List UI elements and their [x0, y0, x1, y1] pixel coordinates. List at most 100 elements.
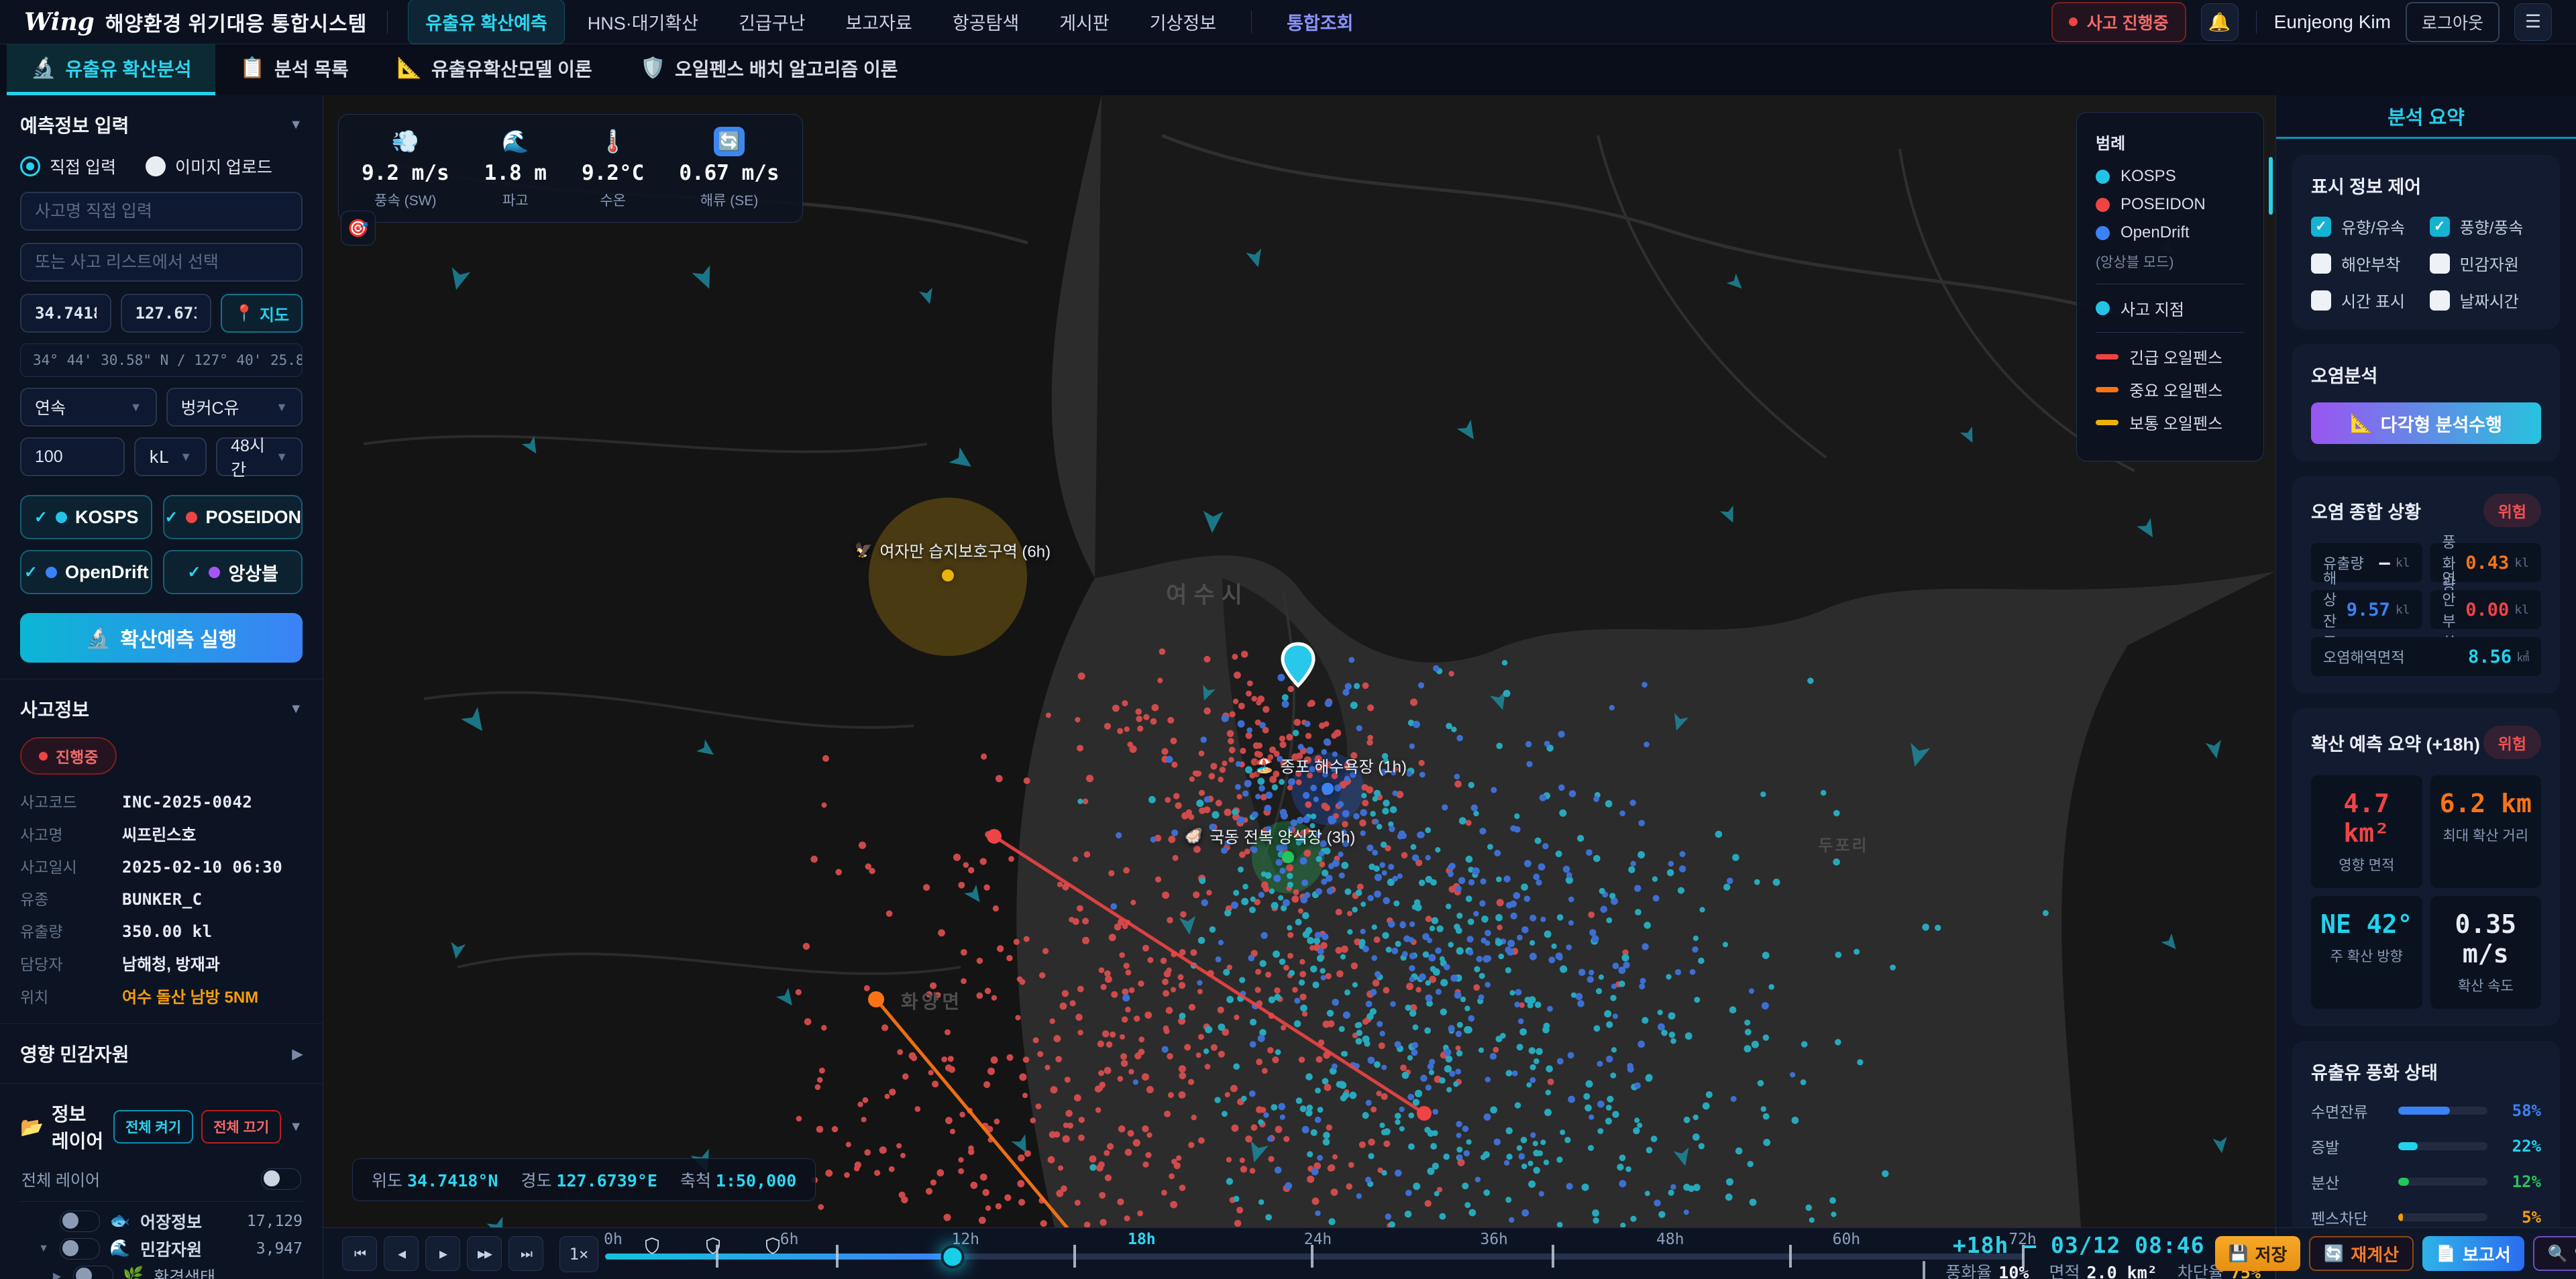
radio-image-upload[interactable]: 이미지 업로드 — [146, 154, 272, 178]
nav-item-4[interactable]: 보고자료 — [828, 0, 929, 44]
latitude-input[interactable] — [20, 294, 111, 333]
left-sidebar: 예측정보 입력 ▼ 직접 입력 이미지 업로드 📍 — [0, 95, 323, 1279]
nav-item-3[interactable]: 긴급구난 — [721, 0, 822, 44]
section-title: 예측정보 입력 — [20, 111, 129, 138]
menu-button[interactable]: ☰ — [2514, 3, 2552, 41]
timeline-range-marker — [1789, 1245, 1792, 1268]
chevron-right-icon[interactable]: ▶ — [50, 1270, 64, 1279]
layer-row-1[interactable]: ▼🌊민감자원3,947 — [20, 1235, 303, 1262]
display-option-4[interactable]: 민감자원 — [2430, 252, 2542, 275]
model-chip-opendrift[interactable]: ✓OpenDrift — [20, 550, 152, 594]
tab-4[interactable]: 🛡️오일펜스 배치 알고리즘 이론 — [616, 44, 922, 95]
model-chip-poseidon[interactable]: ✓POSEIDON — [163, 495, 303, 539]
chevron-right-icon[interactable]: ▶ — [292, 1046, 303, 1062]
scrollbar-thumb[interactable] — [2269, 157, 2273, 215]
nav-item-7[interactable]: 기상정보 — [1132, 0, 1234, 44]
center-target-button[interactable]: 🎯 — [341, 211, 376, 245]
chevron-down-icon[interactable]: ▼ — [289, 117, 303, 133]
all-layers-on-button[interactable]: 전체 켜기 — [113, 1110, 193, 1144]
nav-item-5[interactable]: 항공탐색 — [935, 0, 1036, 44]
check-icon: ✓ — [164, 508, 178, 527]
duration-select[interactable]: 48시간▼ — [216, 437, 303, 476]
pick-on-map-button[interactable]: 📍 지도 — [221, 294, 303, 333]
stat-value: 0.00 — [2465, 600, 2509, 620]
analysis-panel: 분석 요약 표시 정보 제어 ✓유향/유속✓풍향/풍속해안부착민감자원시간 표시… — [2275, 95, 2576, 1227]
nav-item-1[interactable]: 유출유 확산예측 — [408, 0, 564, 44]
incident-location-pin[interactable] — [1279, 641, 1317, 691]
tab-3[interactable]: 📐유출유확산모델 이론 — [373, 44, 616, 95]
longitude-input[interactable] — [121, 294, 212, 333]
chevron-down-icon[interactable]: ▼ — [289, 1119, 303, 1135]
all-layers-off-button[interactable]: 전체 끄기 — [201, 1110, 281, 1144]
bar-track — [2398, 1178, 2487, 1186]
weather-item-3: 🌡️9.2°C수온 — [582, 127, 644, 210]
chevron-down-icon[interactable]: ▼ — [36, 1243, 51, 1255]
model-chip-앙상블[interactable]: ✓앙상블 — [163, 550, 303, 594]
incident-list-input[interactable] — [20, 243, 303, 282]
radio-direct-input[interactable]: 직접 입력 — [20, 154, 116, 178]
nav-item-2[interactable]: HNS·대기확산 — [570, 0, 716, 44]
skip-start-button[interactable]: ⏮ — [342, 1236, 377, 1271]
저장-button[interactable]: 💾저장 — [2215, 1236, 2301, 1271]
app-logo: Wing 해양환경 위기대응 통합시스템 — [24, 7, 367, 37]
master-layer-row: 전체 레이어 — [20, 1167, 303, 1202]
skip-end-button[interactable]: ⏭ — [508, 1236, 543, 1271]
step-back-button[interactable]: ◀ — [384, 1236, 419, 1271]
run-prediction-button[interactable]: 🔬 확산예측 실행 — [20, 613, 303, 663]
amount-input[interactable] — [20, 437, 125, 476]
layer-toggle[interactable] — [60, 1238, 100, 1260]
model-chip-kosps[interactable]: ✓KOSPS — [20, 495, 152, 539]
display-option-5[interactable]: 시간 표시 — [2311, 288, 2423, 312]
timeline-slider[interactable]: 0h6h12h18h24h36h48h60h72h — [605, 1228, 2025, 1279]
stat-unit: kl — [2514, 556, 2529, 570]
resource-dot-icon — [942, 569, 954, 581]
play-button[interactable]: ▶ — [425, 1236, 460, 1271]
nav-item-6[interactable]: 게시판 — [1042, 0, 1127, 44]
timeline-playhead[interactable] — [941, 1245, 965, 1268]
card-title: 오염 종합 상황 — [2311, 498, 2421, 524]
display-option-6[interactable]: 날짜시간 — [2430, 288, 2542, 312]
display-option-3[interactable]: 해안부착 — [2311, 252, 2423, 275]
resource-label-text: 종포 해수욕장 (1h) — [1280, 754, 1407, 777]
fast-forward-button[interactable]: ▶▶ — [467, 1236, 502, 1271]
playback-speed-button[interactable]: 1× — [559, 1236, 598, 1272]
forecast-stats: 4.7 km²영향 면적6.2 km최대 확산 거리NE 42°주 확산 방향0… — [2311, 775, 2541, 1009]
legend-label: 긴급 오일펜스 — [2129, 345, 2222, 368]
timeline-tick-label: 6h — [780, 1231, 799, 1248]
역추적-button[interactable]: 🔍역추적 — [2533, 1236, 2576, 1271]
oil-type-select[interactable]: 벙커C유▼ — [166, 388, 303, 427]
analysis-panel-header[interactable]: 분석 요약 — [2276, 95, 2576, 139]
unit-select[interactable]: kL▼ — [134, 437, 207, 476]
header-divider — [2256, 11, 2257, 34]
fish-icon: 🐟 — [109, 1211, 131, 1231]
display-option-1[interactable]: ✓유향/유속 — [2311, 215, 2423, 238]
nav-item-integrated-search[interactable]: 통합조회 — [1269, 0, 1371, 44]
master-layer-toggle[interactable] — [261, 1168, 301, 1190]
layer-row-0[interactable]: 🐟어장정보17,129 — [20, 1207, 303, 1235]
map-canvas[interactable]: 🦅여자만 습지보호구역 (6h)🏖️종포 해수욕장 (1h)🦪국동 전복 양식장… — [323, 95, 2275, 1227]
spill-type-select[interactable]: 연속▼ — [20, 388, 157, 427]
incident-name-input[interactable] — [20, 192, 303, 231]
보고서-button[interactable]: 📄보고서 — [2422, 1236, 2524, 1271]
timeline-range-marker — [1552, 1245, 1554, 1268]
chevron-down-icon[interactable]: ▼ — [289, 702, 303, 717]
incident-row: 사고명씨프린스호 — [20, 822, 303, 845]
incident-row-value: 2025-02-10 06:30 — [122, 858, 282, 877]
polygon-analysis-button[interactable]: 📐 다각형 분석수행 — [2311, 402, 2541, 444]
layer-row-2[interactable]: ▶🌿환경생태 — [20, 1262, 303, 1279]
logout-button[interactable]: 로그아웃 — [2406, 2, 2500, 42]
weather-value: 9.2°C — [582, 161, 644, 185]
pollution-stat-row: 연안부착0.00kl — [2430, 590, 2542, 629]
layer-toggle[interactable] — [60, 1211, 100, 1232]
ruler-icon: 📐 — [2350, 412, 2373, 434]
oyster-icon: 🦪 — [1185, 827, 1203, 844]
tab-1[interactable]: 🔬유출유 확산분석 — [7, 44, 215, 95]
notifications-button[interactable]: 🔔 — [2201, 3, 2239, 41]
affected-resources-title: 영향 민감자원 ▶ — [20, 1040, 303, 1067]
재계산-button[interactable]: 🔄재계산 — [2309, 1236, 2414, 1271]
display-option-2[interactable]: ✓풍향/풍속 — [2430, 215, 2542, 238]
eagle-icon: 🦅 — [855, 541, 873, 559]
timeline-track[interactable] — [605, 1254, 2025, 1260]
tab-2[interactable]: 📋분석 목록 — [215, 44, 372, 95]
layer-toggle[interactable] — [73, 1266, 113, 1279]
